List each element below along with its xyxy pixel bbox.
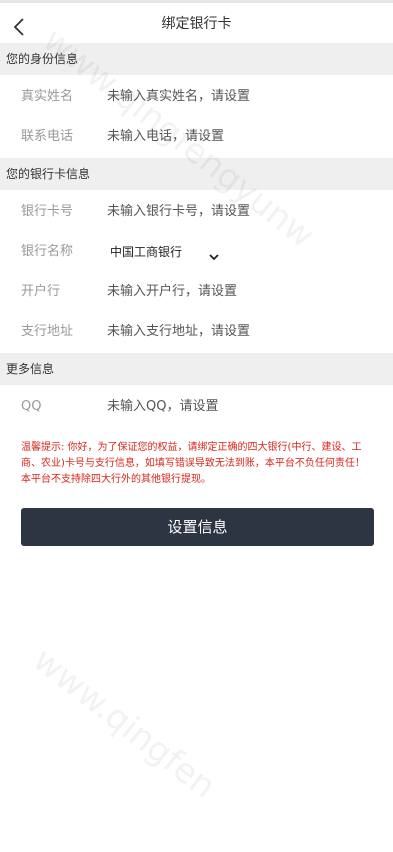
qq-label: QQ (21, 399, 42, 414)
section-more-header: 更多信息 (0, 353, 393, 385)
phone-label: 联系电话 (21, 129, 74, 144)
real-name-label: 真实姓名 (21, 89, 74, 104)
phone-row[interactable]: 联系电话 未输入电话，请设置 (0, 117, 393, 157)
header-bar: 绑定银行卡 (0, 3, 393, 43)
page-title: 绑定银行卡 (161, 16, 232, 32)
card-number-field[interactable]: 未输入银行卡号，请设置 (107, 192, 377, 232)
real-name-field[interactable]: 未输入真实姓名，请设置 (107, 77, 377, 117)
branch-address-field[interactable]: 未输入支行地址，请设置 (107, 312, 377, 352)
phone-field[interactable]: 未输入电话，请设置 (107, 117, 377, 157)
section-identity-header: 您的身份信息 (0, 43, 393, 75)
branch-address-label: 支行地址 (21, 324, 74, 339)
chevron-down-icon (209, 247, 219, 267)
section-bank-header: 您的银行卡信息 (0, 158, 393, 190)
branch-label: 开户行 (21, 284, 61, 299)
warning-notice: 温馨提示: 你好，为了保证您的权益，请绑定正确的四大银行(中行、建设、工商、农业… (21, 442, 365, 485)
qq-field[interactable]: 未输入QQ，请设置 (107, 387, 377, 427)
bank-name-label: 银行名称 (21, 244, 74, 259)
real-name-row[interactable]: 真实姓名 未输入真实姓名，请设置 (0, 77, 393, 117)
bank-name-select[interactable]: 中国工商银行 (107, 242, 223, 262)
qq-row[interactable]: QQ 未输入QQ，请设置 (0, 387, 393, 427)
branch-field[interactable]: 未输入开户行，请设置 (107, 272, 377, 312)
card-number-row[interactable]: 银行卡号 未输入银行卡号，请设置 (0, 192, 393, 232)
bank-name-row: 银行名称 中国工商银行 (0, 232, 393, 272)
bank-name-selected: 中国工商银行 (110, 245, 183, 259)
card-number-label: 银行卡号 (21, 204, 74, 219)
branch-address-row[interactable]: 支行地址 未输入支行地址，请设置 (0, 312, 393, 352)
branch-row[interactable]: 开户行 未输入开户行，请设置 (0, 272, 393, 312)
submit-button[interactable]: 设置信息 (21, 508, 374, 546)
